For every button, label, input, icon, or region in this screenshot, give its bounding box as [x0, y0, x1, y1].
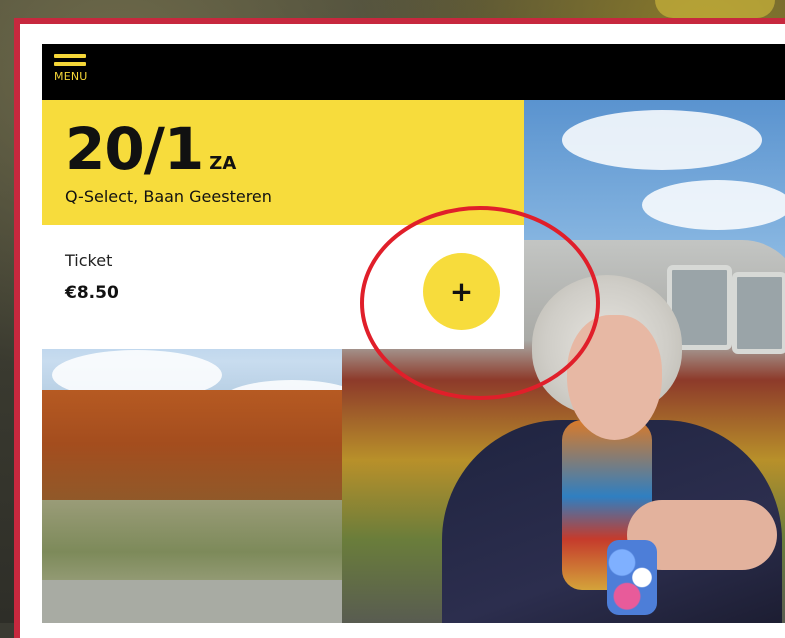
hamburger-icon: [54, 54, 88, 66]
ticket-panel: Ticket €8.50 +: [42, 225, 524, 349]
event-date: 20/1: [65, 115, 204, 183]
plus-icon: +: [449, 274, 474, 308]
ticket-label: Ticket: [65, 251, 113, 270]
event-weekday: ZA: [209, 153, 237, 174]
add-ticket-button[interactable]: +: [423, 253, 500, 330]
flower-bracelet: [607, 540, 657, 615]
van-window: [732, 272, 785, 354]
ticket-price: €8.50: [65, 283, 119, 303]
top-bar: MENU: [42, 44, 785, 100]
cloud: [562, 110, 762, 170]
event-venue: Q-Select, Baan Geesteren: [65, 187, 272, 206]
person-face: [567, 315, 662, 440]
event-date-line: 20/1 ZA: [65, 120, 236, 178]
cloud: [642, 180, 785, 230]
event-date-panel: 20/1 ZA Q-Select, Baan Geesteren: [42, 100, 524, 225]
background-smudge: [655, 0, 775, 18]
menu-label: MENU: [54, 70, 88, 83]
menu-button[interactable]: MENU: [54, 54, 88, 94]
